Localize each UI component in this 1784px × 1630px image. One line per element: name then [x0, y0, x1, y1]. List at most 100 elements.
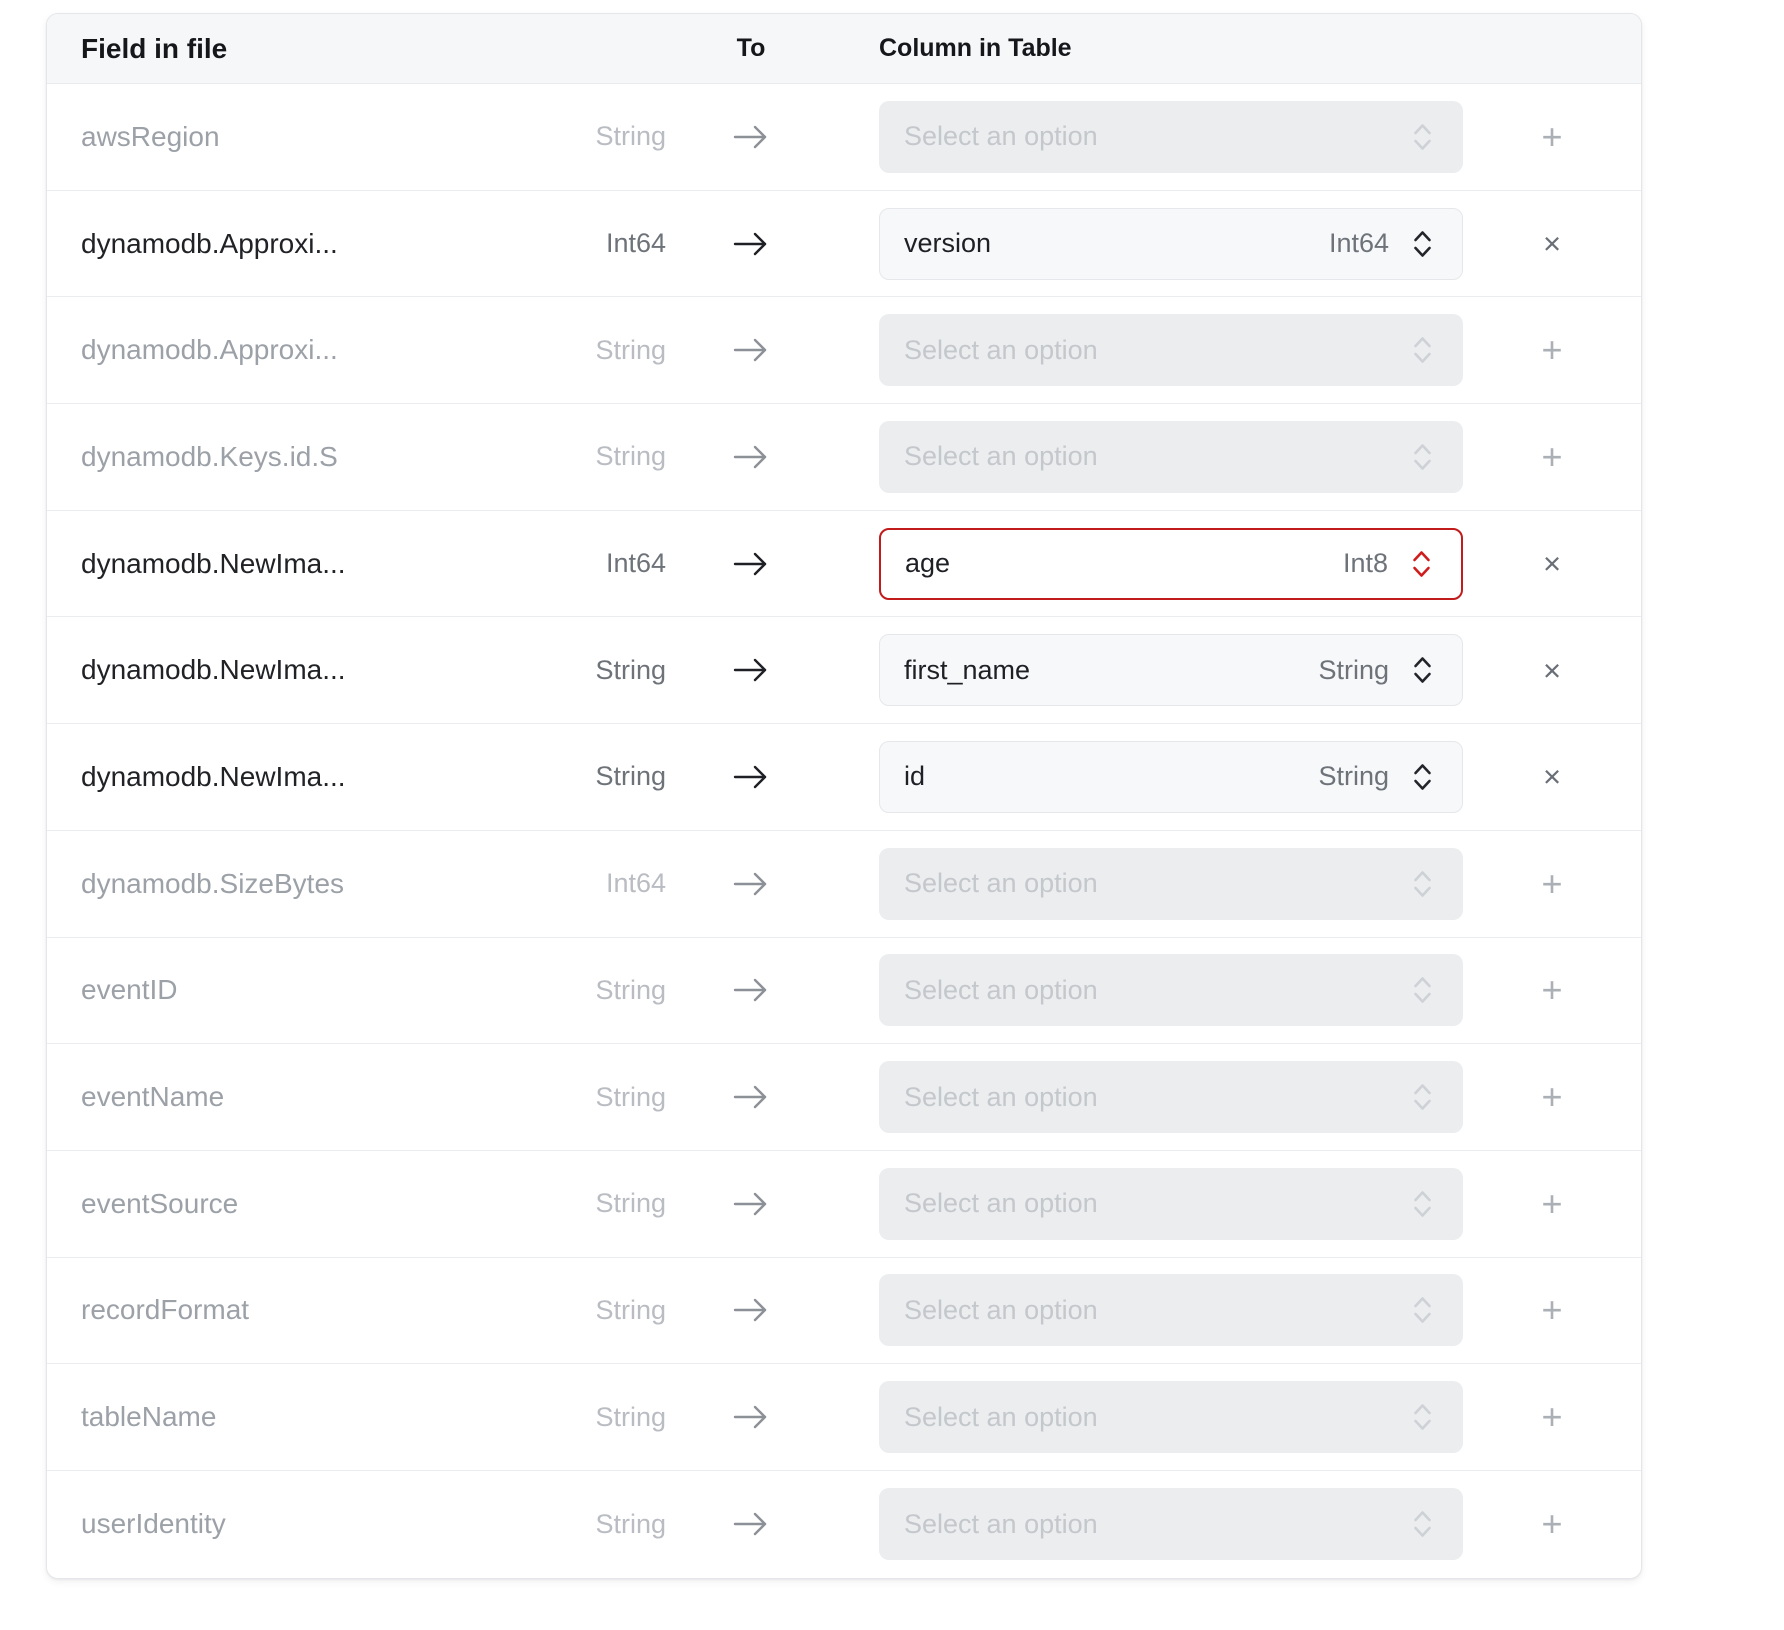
field-name: dynamodb.NewIma... [81, 654, 541, 686]
table-row: eventSource String Select an option [47, 1151, 1641, 1258]
add-mapping-button[interactable]: + [1541, 1399, 1562, 1435]
field-name: recordFormat [81, 1294, 541, 1326]
selected-column-type: String [1318, 655, 1389, 686]
column-select[interactable]: age Int8 [879, 528, 1463, 600]
chevron-updown-icon [1411, 761, 1434, 793]
field-name: awsRegion [81, 121, 541, 153]
field-type: Int64 [541, 548, 666, 579]
column-select[interactable]: id String [879, 741, 1463, 813]
table-row: dynamodb.NewIma... Int64 age Int8 [47, 511, 1641, 618]
select-placeholder: Select an option [904, 975, 1389, 1006]
remove-mapping-button[interactable]: × [1543, 655, 1561, 686]
field-name: eventID [81, 974, 541, 1006]
arrow-right-icon [666, 443, 836, 471]
selected-column-type: String [1318, 761, 1389, 792]
table-row: awsRegion String Select an option [47, 84, 1641, 191]
add-mapping-button[interactable]: + [1541, 1079, 1562, 1115]
field-type: String [541, 761, 666, 792]
header-field-in-file: Field in file [81, 33, 541, 65]
chevron-updown-icon [1411, 868, 1434, 900]
table-header-row: Field in file To Column in Table [47, 14, 1641, 84]
select-placeholder: Select an option [904, 1402, 1389, 1433]
chevron-updown-icon [1411, 334, 1434, 366]
arrow-right-icon [666, 550, 836, 578]
selected-column-name: first_name [904, 655, 1318, 686]
field-name: userIdentity [81, 1508, 541, 1540]
column-select[interactable]: version Int64 [879, 208, 1463, 280]
arrow-right-icon [666, 870, 836, 898]
arrow-right-icon [666, 763, 836, 791]
add-mapping-button[interactable]: + [1541, 866, 1562, 902]
column-select[interactable]: Select an option [879, 1168, 1463, 1240]
chevron-updown-icon [1410, 548, 1433, 580]
field-type: Int64 [541, 868, 666, 899]
arrow-right-icon [666, 123, 836, 151]
add-mapping-button[interactable]: + [1541, 439, 1562, 475]
chevron-updown-icon [1411, 1508, 1434, 1540]
field-type: String [541, 121, 666, 152]
table-row: dynamodb.Approxi... String Select an opt… [47, 297, 1641, 404]
select-placeholder: Select an option [904, 1188, 1389, 1219]
field-type: String [541, 1082, 666, 1113]
add-mapping-button[interactable]: + [1541, 1506, 1562, 1542]
field-type: String [541, 1295, 666, 1326]
column-select[interactable]: Select an option [879, 1061, 1463, 1133]
field-type: String [541, 1509, 666, 1540]
arrow-right-icon [666, 656, 836, 684]
select-placeholder: Select an option [904, 868, 1389, 899]
add-mapping-button[interactable]: + [1541, 1292, 1562, 1328]
field-type: Int64 [541, 228, 666, 259]
chevron-updown-icon [1411, 1188, 1434, 1220]
chevron-updown-icon [1411, 1401, 1434, 1433]
selected-column-type: Int8 [1343, 548, 1388, 579]
field-type: String [541, 975, 666, 1006]
field-name: dynamodb.SizeBytes [81, 868, 541, 900]
arrow-right-icon [666, 1510, 836, 1538]
chevron-updown-icon [1411, 654, 1434, 686]
remove-mapping-button[interactable]: × [1543, 548, 1561, 579]
table-row: recordFormat String Select an option [47, 1258, 1641, 1365]
select-placeholder: Select an option [904, 1082, 1389, 1113]
add-mapping-button[interactable]: + [1541, 972, 1562, 1008]
add-mapping-button[interactable]: + [1541, 119, 1562, 155]
arrow-right-icon [666, 1190, 836, 1218]
column-select[interactable]: Select an option [879, 1274, 1463, 1346]
table-row: dynamodb.Approxi... Int64 version Int64 [47, 191, 1641, 298]
column-select[interactable]: Select an option [879, 314, 1463, 386]
field-type: String [541, 1402, 666, 1433]
add-mapping-button[interactable]: + [1541, 1186, 1562, 1222]
selected-column-type: Int64 [1329, 228, 1389, 259]
column-select[interactable]: Select an option [879, 954, 1463, 1026]
chevron-updown-icon [1411, 1294, 1434, 1326]
mapping-table-body: awsRegion String Select an option [47, 84, 1641, 1578]
select-placeholder: Select an option [904, 1295, 1389, 1326]
arrow-right-icon [666, 230, 836, 258]
page: Field in file To Column in Table awsRegi… [0, 0, 1784, 1630]
column-select[interactable]: Select an option [879, 848, 1463, 920]
remove-mapping-button[interactable]: × [1543, 761, 1561, 792]
field-type: String [541, 1188, 666, 1219]
column-select[interactable]: Select an option [879, 101, 1463, 173]
arrow-right-icon [666, 1403, 836, 1431]
column-select[interactable]: Select an option [879, 421, 1463, 493]
field-name: dynamodb.NewIma... [81, 548, 541, 580]
select-placeholder: Select an option [904, 121, 1389, 152]
add-mapping-button[interactable]: + [1541, 332, 1562, 368]
table-row: eventID String Select an option [47, 938, 1641, 1045]
remove-mapping-button[interactable]: × [1543, 228, 1561, 259]
column-select[interactable]: Select an option [879, 1488, 1463, 1560]
arrow-right-icon [666, 1296, 836, 1324]
table-row: userIdentity String Select an option [47, 1471, 1641, 1578]
column-select[interactable]: first_name String [879, 634, 1463, 706]
chevron-updown-icon [1411, 441, 1434, 473]
field-mapping-table: Field in file To Column in Table awsRegi… [46, 13, 1642, 1579]
field-name: dynamodb.Approxi... [81, 228, 541, 260]
column-select[interactable]: Select an option [879, 1381, 1463, 1453]
arrow-right-icon [666, 976, 836, 1004]
field-name: eventName [81, 1081, 541, 1113]
table-row: dynamodb.NewIma... String id String [47, 724, 1641, 831]
table-row: tableName String Select an option [47, 1364, 1641, 1471]
table-row: dynamodb.Keys.id.S String Select an opti… [47, 404, 1641, 511]
field-type: String [541, 655, 666, 686]
table-row: dynamodb.NewIma... String first_name Str… [47, 617, 1641, 724]
